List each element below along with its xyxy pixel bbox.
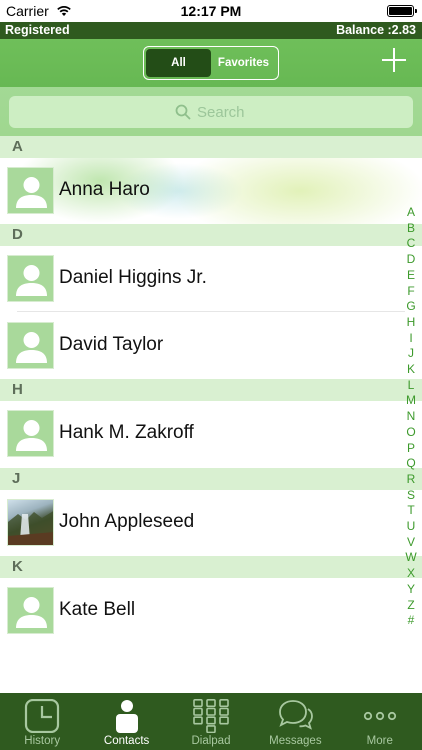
search-icon xyxy=(175,104,191,120)
tab-messages[interactable]: Messages xyxy=(253,693,337,750)
index-letter[interactable]: K xyxy=(402,362,420,378)
contact-name: Kate Bell xyxy=(59,599,136,620)
section-header-j: J xyxy=(0,468,422,490)
messages-icon xyxy=(279,700,314,730)
tab-label: Contacts xyxy=(103,735,150,747)
contact-name: John Appleseed xyxy=(59,511,195,532)
contact-list[interactable]: A Anna Haro D Daniel Higgins Jr. David T… xyxy=(0,136,422,693)
contact-photo xyxy=(7,499,54,546)
index-letter[interactable]: A xyxy=(402,205,420,221)
section-header-h: H xyxy=(0,379,422,401)
index-letter[interactable]: D xyxy=(402,252,420,268)
search-input[interactable] xyxy=(197,103,247,121)
dialpad-icon xyxy=(193,699,229,733)
alphabet-index[interactable]: A B C D E F G H I J K L M N O P Q R S T … xyxy=(402,205,420,629)
search-box[interactable] xyxy=(9,96,413,128)
contact-name: Anna Haro xyxy=(59,179,150,200)
index-letter[interactable]: B xyxy=(402,221,420,237)
index-letter[interactable]: Y xyxy=(402,582,420,598)
tab-label: History xyxy=(24,735,61,747)
index-letter[interactable]: C xyxy=(402,236,420,252)
index-letter[interactable]: N xyxy=(402,409,420,425)
contact-name: David Taylor xyxy=(59,334,164,355)
default-avatar-icon xyxy=(7,322,54,369)
tab-label: Dialpad xyxy=(191,735,231,747)
registration-bar: Registered Balance :2.83 xyxy=(0,22,422,39)
contact-row[interactable]: Hank M. Zakroff xyxy=(0,401,422,467)
row-separator xyxy=(17,311,405,312)
section-header-k: K xyxy=(0,556,422,578)
index-letter[interactable]: R xyxy=(402,472,420,488)
section-header-a: A xyxy=(0,136,422,158)
index-letter[interactable]: X xyxy=(402,566,420,582)
index-letter[interactable]: O xyxy=(402,425,420,441)
index-letter[interactable]: L xyxy=(402,378,420,394)
contact-row[interactable]: Anna Haro xyxy=(0,158,422,224)
tab-more[interactable]: More xyxy=(338,693,422,750)
index-letter[interactable]: Z xyxy=(402,598,420,614)
clock-icon xyxy=(25,699,60,733)
add-contact-button[interactable] xyxy=(382,48,406,72)
tab-history[interactable]: History xyxy=(0,693,84,750)
tab-label: More xyxy=(366,735,393,747)
tab-bar: History Contacts Dialpad Messages More xyxy=(0,693,422,750)
balance-label: Balance :2.83 xyxy=(336,23,416,37)
contacts-header: All Favorites xyxy=(0,39,422,87)
index-letter[interactable]: V xyxy=(402,535,420,551)
index-letter[interactable]: P xyxy=(402,441,420,457)
index-letter[interactable]: G xyxy=(402,299,420,315)
contact-name: Daniel Higgins Jr. xyxy=(59,267,207,288)
battery-icon xyxy=(387,5,417,17)
index-letter[interactable]: J xyxy=(402,346,420,362)
index-letter[interactable]: E xyxy=(402,268,420,284)
default-avatar-icon xyxy=(7,255,54,302)
index-letter[interactable]: Q xyxy=(402,456,420,472)
section-header-d: D xyxy=(0,224,422,246)
index-letter[interactable]: U xyxy=(402,519,420,535)
index-letter[interactable]: S xyxy=(402,488,420,504)
tab-dialpad[interactable]: Dialpad xyxy=(169,693,253,750)
tab-contacts[interactable]: Contacts xyxy=(84,693,168,750)
index-letter[interactable]: F xyxy=(402,284,420,300)
index-letter[interactable]: W xyxy=(402,550,420,566)
segment-all[interactable]: All xyxy=(146,49,211,77)
registration-status: Registered xyxy=(5,23,70,37)
filter-segmented-control: All Favorites xyxy=(143,46,279,80)
contact-row[interactable]: Daniel Higgins Jr. xyxy=(0,246,422,312)
contact-row[interactable]: Kate Bell xyxy=(0,578,422,644)
search-area xyxy=(0,87,422,136)
contact-name: Hank M. Zakroff xyxy=(59,422,194,443)
contact-row[interactable]: David Taylor xyxy=(0,313,422,379)
battery-fill xyxy=(389,7,412,15)
index-letter[interactable]: # xyxy=(402,613,420,629)
index-letter[interactable]: T xyxy=(402,503,420,519)
default-avatar-icon xyxy=(7,410,54,457)
status-bar: Carrier 12:17 PM xyxy=(0,0,422,22)
tab-label: Messages xyxy=(269,735,322,747)
contact-row[interactable]: John Appleseed xyxy=(0,490,422,556)
default-avatar-icon xyxy=(7,587,54,634)
clock-time: 12:17 PM xyxy=(180,3,242,19)
segment-favorites[interactable]: Favorites xyxy=(211,49,276,77)
index-letter[interactable]: I xyxy=(402,331,420,347)
more-icon xyxy=(363,711,396,721)
default-avatar-icon xyxy=(7,167,54,214)
index-letter[interactable]: H xyxy=(402,315,420,331)
index-letter[interactable]: M xyxy=(402,393,420,409)
contacts-icon xyxy=(115,700,138,733)
